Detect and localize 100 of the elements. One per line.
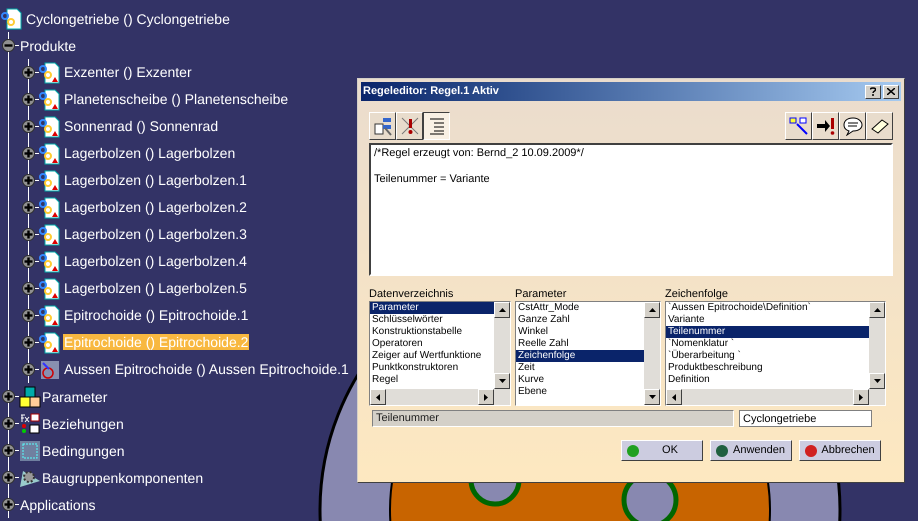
list-heading: Zeichenfolge bbox=[665, 288, 729, 301]
down-arrow-icon bbox=[874, 379, 880, 383]
list-item[interactable]: `Aussen Epitrochoide\Definition` bbox=[666, 302, 869, 314]
expand-icon[interactable] bbox=[22, 228, 35, 241]
help-button[interactable] bbox=[865, 84, 881, 98]
tree-item[interactable]: Lagerbolzen () Lagerbolzen.5 bbox=[63, 280, 248, 296]
list-item[interactable]: Winkel bbox=[516, 326, 644, 338]
close-button[interactable] bbox=[883, 84, 899, 98]
tree-item[interactable]: Produkte bbox=[19, 36, 78, 54]
tree-item[interactable]: Bedingungen bbox=[41, 442, 126, 460]
expand-icon[interactable] bbox=[22, 147, 35, 160]
abc-blocks-icon bbox=[19, 386, 41, 408]
part-document-icon bbox=[39, 62, 61, 84]
list-item[interactable]: Operatoren bbox=[370, 338, 494, 350]
formula-icon bbox=[19, 412, 41, 434]
expand-icon[interactable] bbox=[2, 471, 15, 484]
tree-item[interactable]: Epitrochoide () Epitrochoide.1 bbox=[63, 306, 250, 322]
part-document-icon bbox=[39, 304, 61, 326]
expand-icon[interactable] bbox=[2, 498, 15, 511]
tree-item[interactable]: Lagerbolzen () Lagerbolzen.1 bbox=[63, 172, 248, 188]
down-arrow-icon bbox=[648, 395, 656, 399]
speech-bubble-icon bbox=[842, 116, 862, 136]
expand-icon[interactable] bbox=[22, 309, 35, 322]
list-item[interactable]: Zeiger auf Wertfunktione bbox=[370, 350, 494, 362]
tree-item[interactable]: Applications bbox=[19, 496, 96, 514]
magic-wand-icon bbox=[788, 116, 808, 136]
list-item[interactable]: Regel bbox=[370, 374, 494, 386]
list-item[interactable]: Konstruktionstabelle bbox=[370, 326, 494, 338]
expand-icon[interactable] bbox=[2, 444, 15, 457]
list-heading: Datenverzeichnis bbox=[369, 288, 454, 301]
part-document-icon bbox=[39, 88, 61, 110]
shape-document-icon bbox=[39, 358, 61, 380]
tree-item[interactable]: Baugruppenkomponenten bbox=[41, 468, 204, 486]
product-document-icon bbox=[1, 8, 23, 30]
part-document-icon bbox=[39, 196, 61, 218]
expand-icon[interactable] bbox=[2, 390, 15, 403]
list-heading: Parameter bbox=[515, 288, 568, 301]
left-arrow-icon bbox=[672, 394, 676, 400]
dialog-button[interactable]: Abbrechen bbox=[799, 440, 881, 461]
tree-item[interactable]: Cyclongetriebe () Cyclongetriebe bbox=[25, 10, 231, 28]
tree-item[interactable]: Sonnenrad () Sonnenrad bbox=[63, 118, 220, 134]
expand-icon[interactable] bbox=[22, 255, 35, 268]
collapse-icon[interactable] bbox=[2, 39, 15, 52]
list-item[interactable]: Kurve bbox=[516, 374, 644, 386]
horizontal-scrollbar[interactable] bbox=[666, 389, 885, 405]
dialog-button[interactable]: OK bbox=[621, 440, 703, 461]
vertical-scrollbar[interactable] bbox=[644, 302, 660, 405]
expand-icon[interactable] bbox=[22, 120, 35, 133]
expand-icon[interactable] bbox=[22, 174, 35, 187]
list-item[interactable]: Variante bbox=[666, 314, 869, 326]
expand-icon[interactable] bbox=[22, 66, 35, 79]
expand-icon[interactable] bbox=[2, 417, 15, 430]
tree-item[interactable]: Lagerbolzen () Lagerbolzen bbox=[63, 144, 236, 160]
tree-item[interactable]: Lagerbolzen () Lagerbolzen.4 bbox=[63, 252, 248, 268]
part-document-icon bbox=[39, 250, 61, 272]
arrow-exclamation-icon bbox=[816, 116, 836, 136]
toolbar-button[interactable] bbox=[423, 112, 450, 140]
tree-item[interactable]: Parameter bbox=[41, 388, 108, 406]
list-item[interactable]: Zeichenfolge bbox=[516, 350, 644, 362]
code-line: Teilenummer = Variante bbox=[374, 173, 491, 186]
left-arrow-icon bbox=[376, 394, 380, 400]
down-arrow-icon bbox=[498, 379, 506, 383]
list-item[interactable]: Zeit bbox=[516, 362, 644, 374]
part-document-icon bbox=[39, 116, 61, 138]
horizontal-scrollbar[interactable] bbox=[370, 389, 510, 405]
list-item[interactable]: Definition bbox=[666, 374, 869, 386]
expand-icon[interactable] bbox=[22, 336, 35, 349]
expand-icon[interactable] bbox=[22, 201, 35, 214]
tree-item[interactable]: Beziehungen bbox=[41, 414, 125, 432]
part-document-icon bbox=[39, 278, 61, 300]
list-item[interactable]: Parameter bbox=[370, 302, 494, 314]
expand-icon[interactable] bbox=[22, 363, 35, 376]
list-item[interactable]: CstAttr_Mode bbox=[516, 302, 644, 314]
vertical-scrollbar[interactable] bbox=[494, 302, 510, 389]
vertical-scrollbar[interactable] bbox=[869, 302, 885, 389]
list-item[interactable]: Teilenummer bbox=[666, 326, 869, 338]
expand-icon[interactable] bbox=[22, 93, 35, 106]
list-item[interactable]: Punktkonstruktoren bbox=[370, 362, 494, 374]
rule-editor-text-area[interactable]: /*Regel erzeugt von: Bernd_2 10.09.2009*/ Teilenummer = Variante bbox=[369, 143, 893, 276]
right-arrow-icon bbox=[859, 394, 863, 400]
tree-item[interactable]: Lagerbolzen () Lagerbolzen.3 bbox=[63, 226, 248, 242]
tree-item[interactable]: Aussen Epitrochoide () Aussen Epitrochoide.1 bbox=[63, 360, 350, 376]
part-document-icon bbox=[39, 170, 61, 192]
list-item[interactable]: `Überarbeitung ` bbox=[666, 350, 869, 362]
status-field: Teilenummer bbox=[372, 410, 734, 427]
right-arrow-icon bbox=[484, 394, 488, 400]
list-item[interactable]: Schlüsselwörter bbox=[370, 314, 494, 326]
tree-view-icon bbox=[372, 116, 392, 136]
tree-item[interactable]: Exzenter () Exzenter bbox=[63, 64, 193, 80]
list-item[interactable]: Ganze Zahl bbox=[516, 314, 644, 326]
list-item[interactable]: Reelle Zahl bbox=[516, 338, 644, 350]
list-item[interactable]: `Nomenklatur ` bbox=[666, 338, 869, 350]
list-item[interactable]: Ebene bbox=[516, 386, 644, 398]
tree-item[interactable]: Lagerbolzen () Lagerbolzen.2 bbox=[63, 198, 248, 214]
value-field[interactable]: Cyclongetriebe bbox=[739, 410, 872, 427]
list-item[interactable]: Produktbeschreibung bbox=[666, 362, 869, 374]
dialog-button[interactable]: Anwenden bbox=[710, 440, 792, 461]
window-title: Regeleditor: Regel.1 Aktiv bbox=[363, 84, 499, 100]
tree-item[interactable]: Planetenscheibe () Planetenscheibe bbox=[63, 90, 290, 106]
expand-icon[interactable] bbox=[22, 282, 35, 295]
